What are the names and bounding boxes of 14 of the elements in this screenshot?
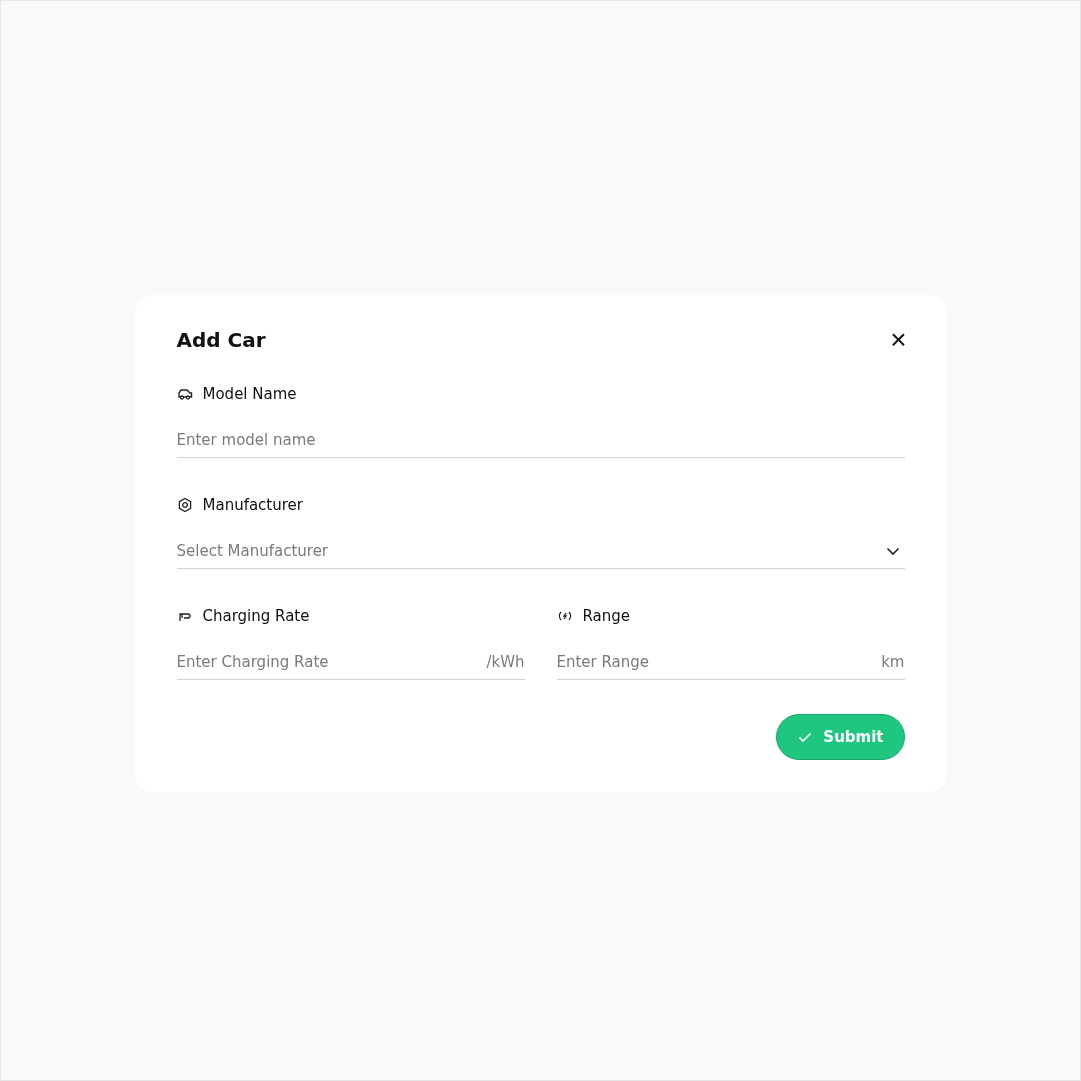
field-label: Charging Rate	[202, 607, 310, 625]
manufacturer-select[interactable]: Select Manufacturer	[176, 534, 905, 569]
hexagon-nut-icon	[176, 497, 193, 513]
field-label: Model Name	[202, 385, 297, 403]
input-field[interactable]: Enter Range	[556, 653, 882, 671]
field-label: Range	[582, 607, 631, 625]
dialog-title: Add Car	[176, 328, 266, 352]
close-button[interactable]: ×	[890, 326, 907, 354]
input-field[interactable]: Enter Charging Rate	[176, 653, 487, 671]
car-icon	[176, 386, 193, 402]
input-field[interactable]: Enter model name	[176, 431, 905, 449]
unit-label: /kWh	[486, 653, 525, 671]
field-label: Manufacturer	[202, 496, 303, 514]
unit-label: km	[881, 653, 905, 671]
